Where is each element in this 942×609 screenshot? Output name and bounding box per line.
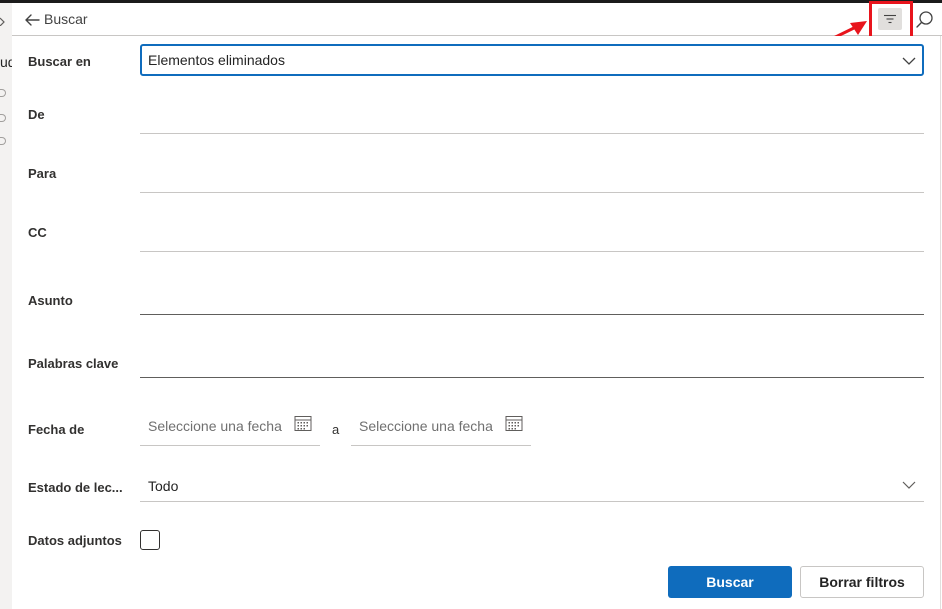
cc-input[interactable] <box>140 251 924 252</box>
calendar-icon <box>505 416 523 431</box>
search-title[interactable]: Buscar <box>44 11 88 27</box>
keywords-label: Palabras clave <box>28 356 119 371</box>
folder-label: Buscar en <box>28 54 91 69</box>
background-icon <box>0 137 6 145</box>
chevron-down-icon <box>902 481 916 489</box>
to-input[interactable] <box>140 192 924 193</box>
search-filter-panel: Buscar en Elementos eliminados De Para C… <box>12 36 940 609</box>
cc-label: CC <box>28 225 47 240</box>
arrow-left-icon[interactable] <box>22 10 42 30</box>
chevron-down-icon <box>902 57 916 65</box>
read-status-value: Todo <box>148 478 179 494</box>
date-to-placeholder: Seleccione una fecha <box>359 418 493 434</box>
date-label: Fecha de <box>28 422 85 437</box>
subject-label: Asunto <box>28 293 73 308</box>
subject-input[interactable] <box>140 314 924 315</box>
search-bar: Buscar <box>12 1 942 39</box>
read-status-select[interactable]: Todo <box>140 466 924 502</box>
from-input[interactable] <box>140 133 924 134</box>
folder-select-value: Elementos eliminados <box>148 52 285 68</box>
background-icon <box>0 89 6 97</box>
to-label: Para <box>28 166 57 181</box>
folder-select[interactable]: Elementos eliminados <box>140 44 924 76</box>
keywords-input[interactable] <box>140 377 924 378</box>
from-label: De <box>28 107 45 122</box>
date-from-picker[interactable]: Seleccione una fecha <box>140 404 320 446</box>
filter-lines-icon <box>884 14 896 24</box>
magnifier-icon[interactable] <box>914 9 936 31</box>
search-button[interactable]: Buscar <box>668 566 792 598</box>
attachments-checkbox[interactable] <box>140 530 160 550</box>
chevron-icon <box>0 17 5 26</box>
background-icon <box>0 114 6 122</box>
date-from-placeholder: Seleccione una fecha <box>148 418 282 434</box>
filter-button[interactable] <box>878 8 902 30</box>
date-range-separator: a <box>332 422 340 437</box>
calendar-icon <box>294 416 312 431</box>
date-to-picker[interactable]: Seleccione una fecha <box>351 404 531 446</box>
clear-filters-button[interactable]: Borrar filtros <box>800 566 924 598</box>
read-status-label: Estado de lec... <box>28 480 123 495</box>
background-pane: ud <box>0 3 16 609</box>
attachments-label: Datos adjuntos <box>28 533 122 548</box>
